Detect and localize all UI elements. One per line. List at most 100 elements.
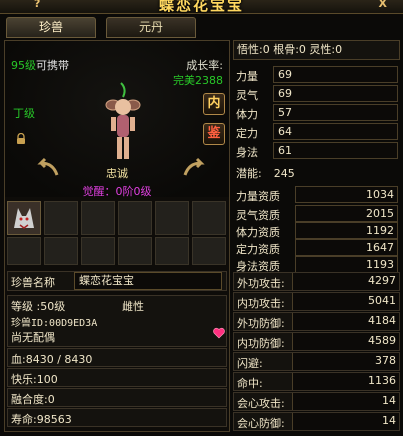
window-title: 蝶恋花宝宝 [158,0,244,14]
attr-label: 体力 [236,108,258,121]
combat-row: 会心攻击: 14 [233,392,400,411]
fusion-row: 融合度:0 [7,388,227,407]
attr-row-focus: 定力 64 [233,123,400,141]
appraise-button[interactable]: 鉴 [203,123,225,145]
attr-label: 灵气 [236,89,258,102]
attr-value: 61 [273,142,398,159]
combat-row: 内功攻击: 5041 [233,292,400,311]
attr-row-spirit: 灵气 69 [233,85,400,103]
skill-slot-12[interactable] [192,237,226,265]
skill-slot-7[interactable] [7,237,41,265]
combat-label: 内功防御: [237,337,285,350]
hp-row: 血:8430 / 8430 [7,348,227,367]
pet-level: 等级 :50级 [11,300,66,313]
lifespan-row: 寿命:98563 [7,408,227,427]
pet-grade: 丁级 [13,107,35,120]
lifespan-value: 寿命:98563 [11,413,72,426]
pet-portrait-area: 95级可携带 成长率: 完美2388 丁级 内 鉴 忠诚 觉醒：0阶0级 [5,41,229,198]
attr-row-agility: 身法 61 [233,142,400,160]
combat-row: 内功防御: 4589 [233,332,400,351]
close-button[interactable]: X [379,0,387,10]
happiness-row: 快乐:100 [7,368,227,387]
combat-value: 14 [292,413,399,430]
pet-name-field[interactable]: 蝶恋花宝宝 [74,272,222,290]
hp-value: 血:8430 / 8430 [11,353,93,366]
aptitude-label: 定力资质 [236,243,280,256]
attr-value: 69 [273,66,398,83]
combat-label: 外功防御: [237,317,285,330]
aptitude-row: 力量资质 1034 [233,186,400,204]
attr-label: 身法 [236,146,258,159]
attr-row-strength: 力量 69 [233,66,400,84]
skill-slot-4[interactable] [118,201,152,235]
growth-rate-value: 完美2388 [173,74,223,87]
skill-slot-6[interactable] [192,201,226,235]
attr-value: 57 [273,104,398,121]
skill-slot-10[interactable] [118,237,152,265]
aptitude-label: 力量资质 [236,190,280,203]
potential-label: 潜能: [236,167,262,180]
attr-value: 69 [273,85,398,102]
pet-gender: 雌性 [122,300,144,313]
skill-slot-9[interactable] [81,237,115,265]
aptitude-value: 2015 [295,205,398,222]
aptitude-value: 1192 [295,222,398,239]
fusion-value: 融合度:0 [11,393,55,406]
skill-slot-3[interactable] [81,201,115,235]
pet-left-panel: 95级可携带 成长率: 完美2388 丁级 内 鉴 忠诚 觉醒：0阶0级 珍兽名… [4,40,230,432]
combat-value: 1136 [292,373,399,390]
potential-value: 245 [273,167,295,180]
aptitude-value: 1647 [295,239,398,256]
combat-label: 命中: [237,377,263,390]
combat-row: 会心防御: 14 [233,412,400,431]
happiness-value: 快乐:100 [11,373,58,386]
aptitude-value: 1193 [295,256,398,273]
growth-rate-label: 成长率: [186,59,223,72]
combat-row: 外功攻击: 4297 [233,272,400,291]
attr-label: 力量 [236,70,258,83]
pet-name-label: 珍兽名称 [11,276,55,289]
tab-bar: 珍兽 元丹 [6,17,232,39]
pet-info-box: 等级 :50级 雌性 珍兽ID:00D9ED3A 尚无配偶 [7,295,227,347]
combat-row: 闪避: 378 [233,352,400,371]
aptitude-row: 灵气资质 2015 [233,205,400,223]
awaken-level: 觉醒：0阶0级 [82,185,152,198]
aptitude-row: 体力资质 1192 [233,222,400,240]
combat-label: 会心攻击: [237,397,285,410]
combat-value: 4184 [292,313,399,330]
pet-temper: 忠诚 [106,167,128,180]
combat-label: 会心防御: [237,417,285,430]
combat-value: 4297 [292,273,399,290]
pet-id: 珍兽ID:00D9ED3A [11,318,98,329]
aptitude-label: 灵气资质 [236,209,280,222]
carry-level: 95级可携带 [11,59,69,72]
combat-value: 378 [292,353,399,370]
lock-icon[interactable] [15,133,27,145]
combat-value: 14 [292,393,399,410]
aptitude-value: 1034 [295,186,398,203]
aptitude-row: 定力资质 1647 [233,239,400,257]
pet-mate: 尚无配偶 [11,331,55,344]
tab-pet[interactable]: 珍兽 [6,17,96,38]
title-bar: ? 蝶恋花宝宝 X [0,0,403,14]
pet-name-row: 珍兽名称 蝶恋花宝宝 [7,271,227,291]
tab-yuandan[interactable]: 元丹 [106,17,196,38]
skill-slot-2[interactable] [44,201,78,235]
pet-model [105,82,141,159]
inner-button[interactable]: 内 [203,93,225,115]
skill-slot-8[interactable] [44,237,78,265]
combat-label: 外功攻击: [237,277,285,290]
pet-stats-panel: 悟性:0 根骨:0 灵性:0 力量 69 灵气 69 体力 57 定力 64 身… [233,40,400,432]
aptitude-label: 体力资质 [236,226,280,239]
skill-slot-1[interactable] [7,201,41,235]
combat-label: 内功攻击: [237,297,285,310]
skill-slot-5[interactable] [155,201,189,235]
combat-value: 4589 [292,333,399,350]
skill-slot-11[interactable] [155,237,189,265]
heart-icon[interactable] [212,326,226,340]
skill-slots [5,199,229,265]
attr-row-stamina: 体力 57 [233,104,400,122]
attr-label: 定力 [236,127,258,140]
combat-row: 命中: 1136 [233,372,400,391]
potential-points: 潜能: 245 [236,165,295,181]
